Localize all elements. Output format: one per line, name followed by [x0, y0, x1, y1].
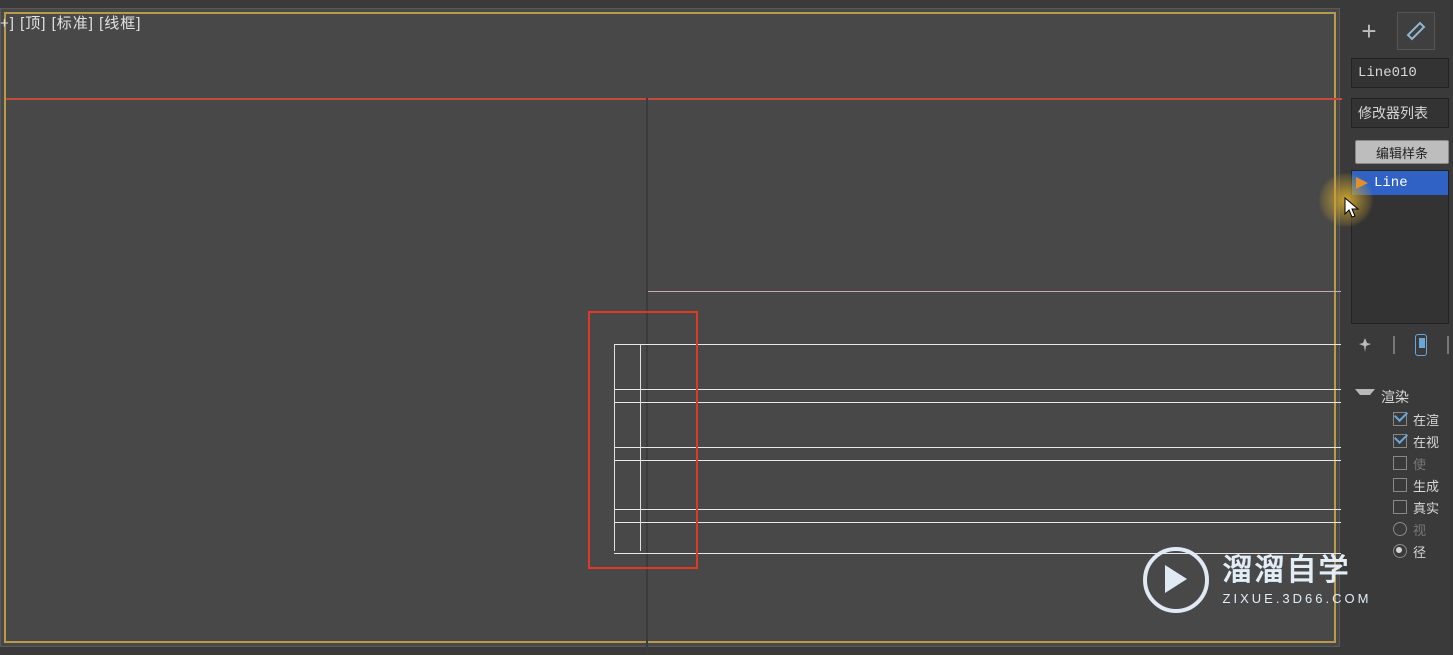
render-rollout: 渲染 在渲 在视 使 生成 真实	[1351, 386, 1449, 562]
option-row-4[interactable]: 生成	[1351, 474, 1449, 496]
edit-spline-label: 编辑样条	[1376, 143, 1428, 162]
checkbox-real[interactable]	[1393, 500, 1407, 514]
checkbox-generate[interactable]	[1393, 478, 1407, 492]
modifier-stack[interactable]: Line	[1351, 170, 1449, 324]
render-rollout-title: 渲染	[1381, 387, 1409, 407]
checkbox-enable-in-viewport[interactable]	[1393, 434, 1407, 448]
render-rollout-header[interactable]: 渲染	[1351, 386, 1449, 408]
show-end-result-icon[interactable]	[1415, 334, 1428, 356]
stack-toolbar	[1351, 332, 1449, 358]
option-label-2: 在视	[1413, 432, 1439, 451]
option-label-6: 视	[1413, 520, 1426, 539]
object-name-field[interactable]: Line010	[1351, 58, 1449, 88]
checkbox-enable-in-renderer[interactable]	[1393, 412, 1407, 426]
spline-rows	[614, 344, 1341, 554]
option-label-5: 真实	[1413, 498, 1439, 517]
option-label-7: 径	[1413, 542, 1426, 561]
viewport-frame	[0, 8, 1340, 647]
option-row-7[interactable]: 径	[1351, 540, 1449, 562]
expand-arrow-icon[interactable]	[1356, 177, 1368, 189]
edit-spline-button[interactable]: 编辑样条	[1355, 140, 1449, 164]
option-row-3[interactable]: 使	[1351, 452, 1449, 474]
option-row-1[interactable]: 在渲	[1351, 408, 1449, 430]
command-panel-tabs: +	[1345, 8, 1453, 54]
option-row-5[interactable]: 真实	[1351, 496, 1449, 518]
option-label-1: 在渲	[1413, 410, 1439, 429]
option-label-4: 生成	[1413, 476, 1439, 495]
create-tab-icon[interactable]: +	[1351, 13, 1387, 49]
stack-item-line[interactable]: Line	[1352, 171, 1448, 195]
modify-tab-icon[interactable]	[1397, 12, 1435, 50]
radio-radial[interactable]	[1393, 544, 1407, 558]
option-row-2[interactable]: 在视	[1351, 430, 1449, 452]
pin-stack-icon[interactable]	[1357, 337, 1373, 353]
viewport[interactable]	[4, 12, 1336, 643]
viewport-label[interactable]: +] [顶] [标准] [线框]	[0, 12, 141, 33]
object-name-text: Line010	[1358, 65, 1417, 81]
rollout-caret-icon	[1355, 389, 1375, 405]
guide-line-1	[648, 291, 1341, 292]
command-panel: + Line010 修改器列表 编辑样条 Line	[1345, 8, 1453, 655]
option-row-6: 视	[1351, 518, 1449, 540]
modifier-list-dropdown[interactable]: 修改器列表	[1351, 98, 1449, 128]
app-root: +] [顶] [标准] [线框] + Line010 修改器列表 编辑样条 Li…	[0, 0, 1453, 655]
scene-boundary-line	[6, 98, 1342, 100]
selection-rectangle	[588, 311, 698, 569]
stack-item-label: Line	[1374, 175, 1408, 191]
checkbox-use[interactable]	[1393, 456, 1407, 470]
radio-view	[1393, 522, 1407, 536]
option-label-3: 使	[1413, 454, 1426, 473]
toolbar-divider	[1393, 336, 1395, 354]
toolbar-divider-2	[1447, 336, 1449, 354]
modifier-list-label: 修改器列表	[1358, 103, 1428, 123]
